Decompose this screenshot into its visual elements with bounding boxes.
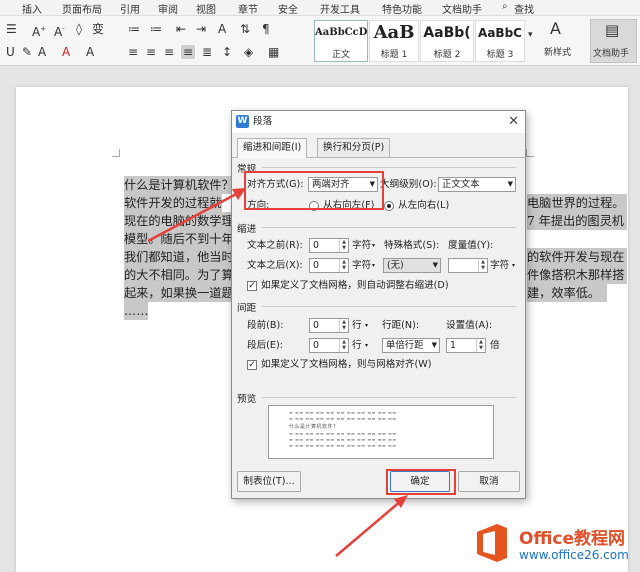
office-logo-icon: [477, 524, 507, 562]
annotation-arrows: [147, 188, 408, 557]
tab-indents-spacing[interactable]: 缩进和间距(I): [237, 138, 308, 158]
brand-url: www.office26.com: [519, 548, 629, 562]
brand-watermark: Office教程网 www.office26.com: [465, 516, 640, 572]
brand-name: Office教程网: [519, 529, 626, 549]
annotation-arrow: [147, 190, 241, 243]
annotation-arrow: [335, 499, 403, 557]
